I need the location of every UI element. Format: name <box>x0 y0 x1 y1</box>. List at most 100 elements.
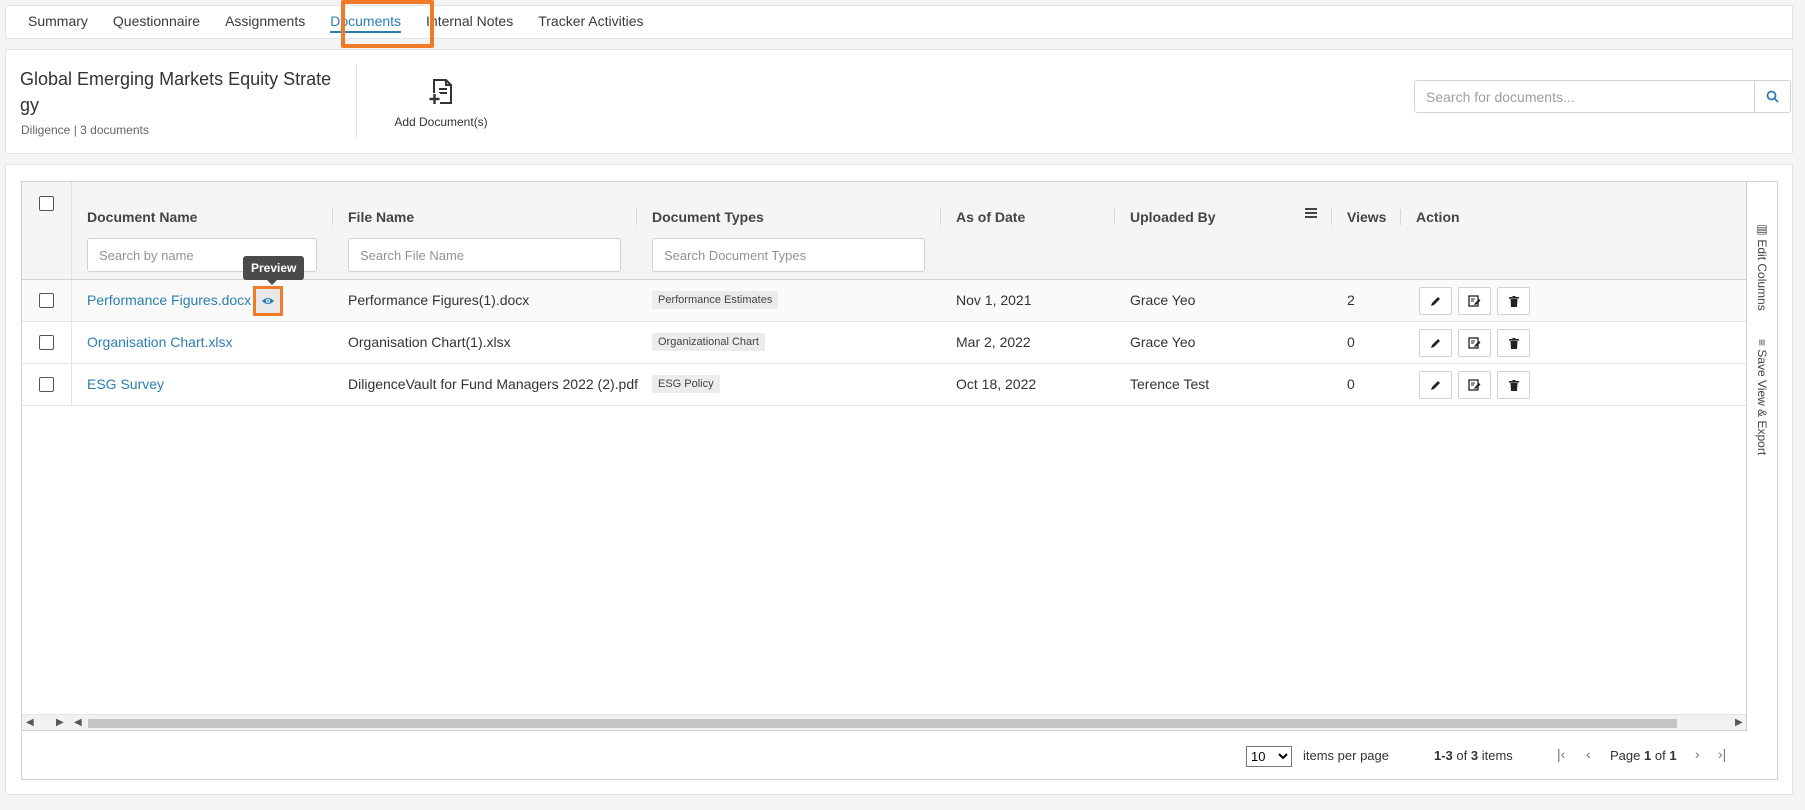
pencil-icon <box>1431 296 1440 306</box>
documents-panel: Document Name File Name Document Types A… <box>5 164 1793 795</box>
pencil-icon <box>1431 380 1440 390</box>
row-checkbox[interactable] <box>39 377 54 392</box>
file-name-cell: DiligenceVault for Fund Managers 2022 (2… <box>348 376 639 392</box>
views-cell: 2 <box>1347 292 1355 308</box>
views-cell: 0 <box>1347 334 1355 350</box>
document-name-link[interactable]: Organisation Chart.xlsx <box>87 334 233 350</box>
column-separator <box>940 209 941 225</box>
edit-columns-button[interactable]: ▤ Edit Columns <box>1755 222 1769 311</box>
row-checkbox[interactable] <box>39 293 54 308</box>
row-checkbox[interactable] <box>39 335 54 350</box>
page-label: Page <box>1610 748 1641 763</box>
document-type-tag: ESG Policy <box>652 375 720 393</box>
total-pages: 1 <box>1669 748 1677 763</box>
scroll-left-arrow-icon[interactable]: ◀ <box>26 717 34 728</box>
table-row[interactable]: Organisation Chart.xlsx Organisation Cha… <box>22 322 1747 364</box>
pager-range: 1-3 <box>1434 748 1453 763</box>
edit-document-icon <box>1468 295 1481 307</box>
documents-grid: Document Name File Name Document Types A… <box>21 181 1747 731</box>
table-row[interactable]: Performance Figures.docx Performance Fig… <box>22 280 1747 322</box>
row-select-cell <box>22 322 72 363</box>
column-menu-icon[interactable] <box>1305 208 1317 218</box>
file-name-cell: Organisation Chart(1).xlsx <box>348 334 511 350</box>
scroll-left-arrow-icon[interactable]: ◀ <box>74 717 82 728</box>
document-type-tag: Organizational Chart <box>652 333 765 351</box>
tab-summary[interactable]: Summary <box>28 5 88 39</box>
trash-icon <box>1508 379 1519 391</box>
page-indicator: Page 1 of 1 <box>1610 748 1677 763</box>
preview-button[interactable] <box>256 289 280 313</box>
pager-total: 3 <box>1470 748 1479 763</box>
table-row[interactable]: ESG Survey DiligenceVault for Fund Manag… <box>22 364 1747 406</box>
views-cell: 0 <box>1347 376 1355 392</box>
column-header-as-of-date[interactable]: As of Date <box>956 209 1025 225</box>
edit-document-icon <box>1468 379 1481 391</box>
column-separator <box>1400 209 1401 225</box>
first-page-icon[interactable]: |‹ <box>1557 746 1565 762</box>
as-of-date-cell: Nov 1, 2021 <box>956 292 1032 308</box>
column-separator <box>636 209 637 225</box>
scrollbar-thumb[interactable] <box>88 719 1677 728</box>
items-per-page-label: items per page <box>1303 748 1389 763</box>
edit-details-button[interactable] <box>1458 329 1491 357</box>
page-size-select[interactable]: 10 <box>1246 746 1292 767</box>
search-icon <box>1766 90 1779 103</box>
filter-document-types[interactable] <box>652 238 925 272</box>
horizontal-scrollbar[interactable]: ◀ ▶ ◀ ▶ <box>22 714 1747 730</box>
document-type-tag: Performance Estimates <box>652 291 779 309</box>
scroll-right-arrow-icon[interactable]: ▶ <box>1735 717 1743 728</box>
column-header-action: Action <box>1416 209 1460 225</box>
column-header-file-name[interactable]: File Name <box>348 209 414 225</box>
save-view-export-button[interactable]: ≡ Save View & Export <box>1755 339 1769 455</box>
tab-bar: Summary Questionnaire Assignments Docume… <box>5 5 1793 39</box>
current-page: 1 <box>1644 748 1652 763</box>
save-view-label: Save View & Export <box>1755 349 1769 456</box>
pager-of: of <box>1456 748 1468 763</box>
trash-icon <box>1508 337 1519 349</box>
column-separator <box>332 209 333 225</box>
add-document-label: Add Document(s) <box>394 115 488 129</box>
tab-assignments[interactable]: Assignments <box>225 5 305 39</box>
edit-columns-label: Edit Columns <box>1755 239 1769 311</box>
trash-icon <box>1508 295 1519 307</box>
column-header-document-types[interactable]: Document Types <box>652 209 764 225</box>
edit-details-button[interactable] <box>1458 371 1491 399</box>
uploaded-by-cell: Terence Test <box>1130 376 1210 392</box>
last-page-icon[interactable]: ›| <box>1718 746 1726 762</box>
list-icon: ≡ <box>1755 339 1769 350</box>
delete-button[interactable] <box>1497 287 1530 315</box>
column-header-document-name[interactable]: Document Name <box>87 209 197 225</box>
tab-questionnaire[interactable]: Questionnaire <box>113 5 200 39</box>
eye-icon <box>262 298 274 304</box>
scroll-right-arrow-icon[interactable]: ▶ <box>56 717 64 728</box>
edit-button[interactable] <box>1419 329 1452 357</box>
pager-items-label: items <box>1481 748 1513 763</box>
next-page-icon[interactable]: › <box>1695 746 1700 762</box>
edit-button[interactable] <box>1419 287 1452 315</box>
filter-file-name[interactable] <box>348 238 621 272</box>
header-divider <box>356 65 357 139</box>
page-title: Global Emerging Markets Equity Strategy <box>20 69 332 115</box>
delete-button[interactable] <box>1497 371 1530 399</box>
edit-details-button[interactable] <box>1458 287 1491 315</box>
uploaded-by-cell: Grace Yeo <box>1130 292 1196 308</box>
tab-internal-notes[interactable]: Internal Notes <box>426 5 513 39</box>
delete-button[interactable] <box>1497 329 1530 357</box>
column-header-views[interactable]: Views <box>1347 209 1386 225</box>
preview-tooltip: Preview <box>243 256 305 285</box>
document-search-input[interactable] <box>1414 80 1755 113</box>
row-select-cell <box>22 280 72 321</box>
document-name-link[interactable]: Performance Figures.docx <box>87 292 251 308</box>
search-button[interactable] <box>1755 80 1791 113</box>
document-name-link[interactable]: ESG Survey <box>87 376 164 392</box>
previous-page-icon[interactable]: ‹ <box>1586 746 1591 762</box>
edit-button[interactable] <box>1419 371 1452 399</box>
tab-documents[interactable]: Documents <box>330 5 401 39</box>
select-all-checkbox[interactable] <box>39 196 54 211</box>
pager: 10 items per page 1-3 of 3 items |‹ ‹ Pa… <box>21 732 1778 780</box>
column-header-uploaded-by[interactable]: Uploaded By <box>1130 209 1216 225</box>
add-document-button[interactable]: Add Document(s) <box>386 78 496 129</box>
pager-range-info: 1-3 of 3 items <box>1434 748 1513 763</box>
tab-tracker-activities[interactable]: Tracker Activities <box>538 5 643 39</box>
documents-header: Global Emerging Markets Equity Strategy … <box>5 49 1793 154</box>
